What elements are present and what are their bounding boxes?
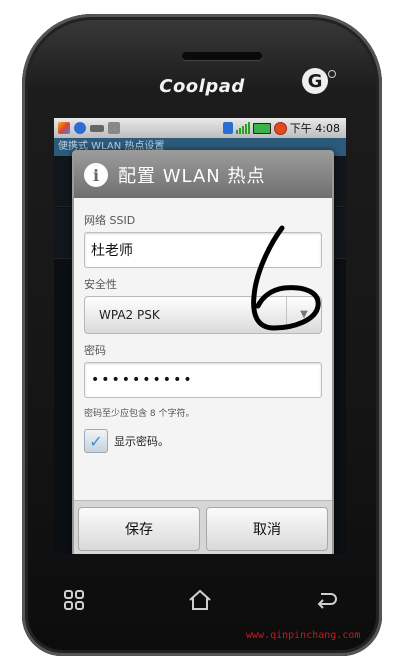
- home-icon: [189, 589, 211, 610]
- handwritten-six-icon: [251, 225, 321, 331]
- app-icon: [58, 122, 70, 134]
- carrier-logo: G: [302, 68, 336, 94]
- notification-icon: [108, 122, 120, 134]
- menu-icon: [64, 590, 84, 610]
- home-button[interactable]: [180, 580, 220, 620]
- watermark: www.qinpinchang.com: [246, 630, 361, 641]
- handwritten-annotation: [234, 224, 326, 340]
- back-button[interactable]: [306, 580, 346, 620]
- alarm-icon: [273, 121, 287, 135]
- info-icon: i: [84, 163, 108, 187]
- network-icon: [222, 122, 233, 134]
- show-password-row[interactable]: ✓ 显示密码。: [84, 429, 322, 453]
- wifi-icon: [74, 122, 86, 134]
- password-input[interactable]: ••••••••••: [84, 362, 322, 398]
- password-label: 密码: [84, 344, 106, 357]
- password-hint: 密码至少应包含 8 个字符。: [84, 409, 195, 419]
- show-password-checkbox[interactable]: ✓: [84, 429, 108, 453]
- earpiece: [182, 52, 262, 60]
- battery-icon: [252, 122, 271, 134]
- dialog-title: 配置 WLAN 热点: [118, 166, 266, 187]
- wlan-hotspot-dialog: i 配置 WLAN 热点 网络 SSID 杜老师 安全性 WPA2 PSK ▼ …: [72, 150, 334, 554]
- cancel-button[interactable]: 取消: [206, 506, 328, 551]
- usb-icon: [90, 124, 104, 132]
- brand-logo: Coolpad: [159, 76, 245, 97]
- save-button[interactable]: 保存: [78, 506, 200, 551]
- checkmark-icon: ✓: [89, 431, 103, 451]
- menu-button[interactable]: [54, 580, 94, 620]
- show-password-label: 显示密码。: [114, 435, 169, 448]
- hardware-nav: [54, 580, 346, 620]
- back-icon: [317, 593, 337, 609]
- carrier-logo-text: G: [307, 70, 323, 92]
- signal-icon: [235, 122, 250, 134]
- status-bar: 下午 4:08: [54, 118, 346, 138]
- status-time: 下午 4:08: [289, 122, 340, 135]
- dialog-button-bar: 保存 取消: [74, 500, 332, 554]
- security-value: WPA2 PSK: [99, 308, 160, 322]
- dialog-title-bar: i 配置 WLAN 热点: [74, 152, 332, 198]
